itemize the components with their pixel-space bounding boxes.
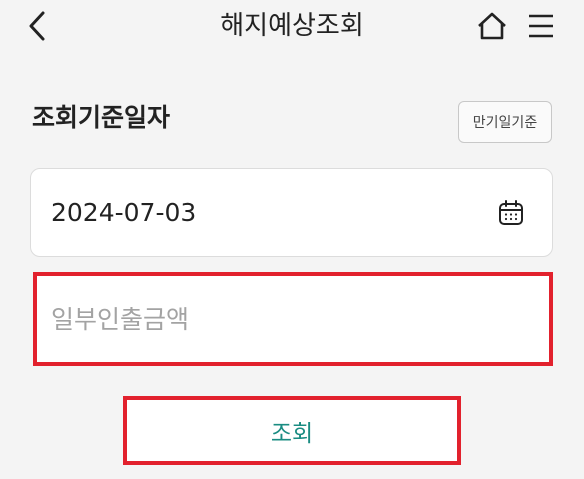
- home-icon: [478, 12, 506, 40]
- date-field[interactable]: 2024-07-03: [30, 168, 553, 257]
- calendar-icon: [499, 200, 523, 225]
- calendar-button[interactable]: [493, 193, 529, 233]
- home-button[interactable]: [474, 10, 510, 42]
- app-header: 해지예상조회: [0, 0, 584, 52]
- menu-button[interactable]: [524, 10, 558, 42]
- maturity-date-button[interactable]: 만기일기준: [458, 101, 552, 143]
- hamburger-menu-icon: [529, 14, 553, 38]
- inquiry-button[interactable]: 조회: [123, 396, 461, 465]
- partial-withdrawal-amount-input[interactable]: [51, 296, 531, 342]
- inquiry-date-label: 조회기준일자: [32, 103, 171, 132]
- partial-withdrawal-amount-field: [33, 272, 553, 366]
- date-value: 2024-07-03: [51, 198, 197, 227]
